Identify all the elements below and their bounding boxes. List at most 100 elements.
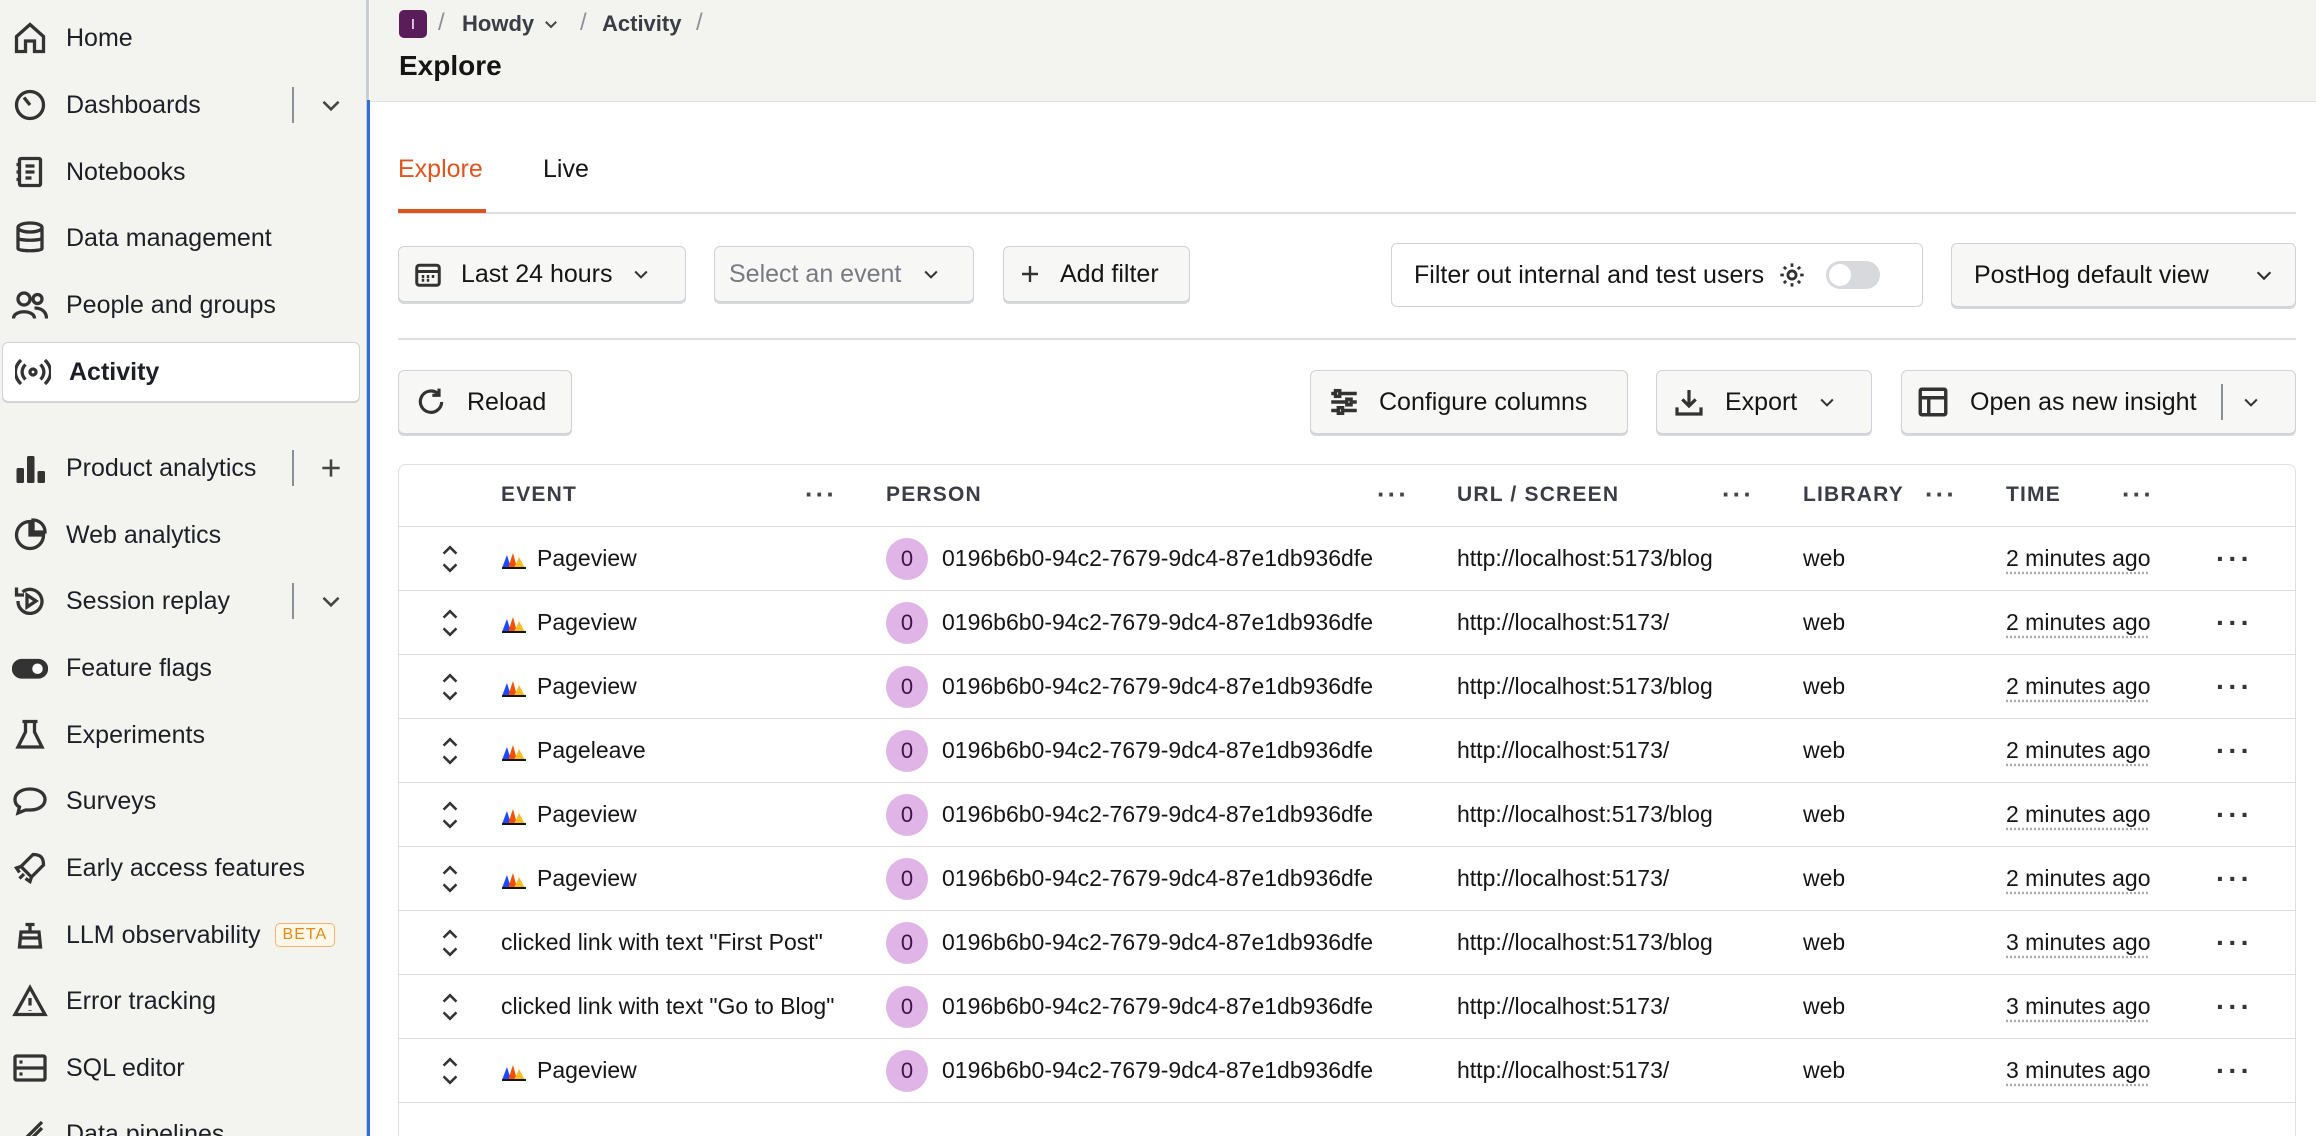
sidebar-item-people[interactable]: People and groups <box>0 275 358 335</box>
breadcrumb-activity[interactable]: Activity <box>602 10 681 38</box>
sidebar-item-early-access[interactable]: Early access features <box>0 838 358 898</box>
event-cell[interactable]: Pageview <box>501 655 637 718</box>
expand-row-icon[interactable] <box>437 719 463 782</box>
sidebar-item-session-replay[interactable]: Session replay <box>0 571 358 631</box>
tab-live[interactable]: Live <box>543 155 589 195</box>
table-row[interactable]: clicked link with text "First Post" 0 019… <box>399 911 2295 975</box>
person-cell[interactable]: 0 0196b6b0-94c2-7679-9dc4-87e1db936dfe <box>886 719 1373 782</box>
event-cell[interactable]: Pageview <box>501 527 637 590</box>
add-filter-button[interactable]: Add filter <box>1003 246 1190 302</box>
internal-users-filter[interactable]: Filter out internal and test users <box>1391 243 1923 307</box>
url-cell[interactable]: http://localhost:5173/ <box>1457 591 1669 654</box>
url-cell[interactable]: http://localhost:5173/blog <box>1457 911 1713 974</box>
person-cell[interactable]: 0 0196b6b0-94c2-7679-9dc4-87e1db936dfe <box>886 975 1373 1038</box>
expand-row-icon[interactable] <box>437 911 463 974</box>
table-row[interactable]: Pageview 0 0196b6b0-94c2-7679-9dc4-87e1db… <box>399 1039 2295 1103</box>
sidebar-item-llm-observability[interactable]: LLM observability BETA <box>0 905 358 965</box>
url-cell[interactable]: http://localhost:5173/ <box>1457 1039 1669 1102</box>
sidebar-item-dashboards[interactable]: Dashboards <box>0 75 358 135</box>
sidebar-item-error-tracking[interactable]: Error tracking <box>0 971 358 1031</box>
url-cell[interactable]: http://localhost:5173/blog <box>1457 783 1713 846</box>
expand-row-icon[interactable] <box>437 783 463 846</box>
column-header-person[interactable]: PERSON <box>886 483 982 507</box>
row-menu-icon[interactable]: ··· <box>2216 719 2253 782</box>
event-cell[interactable]: Pageleave <box>501 719 646 782</box>
project-badge[interactable]: I <box>399 10 427 38</box>
column-menu-icon[interactable]: ··· <box>1925 479 1957 510</box>
event-cell[interactable]: clicked link with text "Go to Blog" <box>501 975 834 1038</box>
row-menu-icon[interactable]: ··· <box>2216 655 2253 718</box>
sidebar-item-surveys[interactable]: Surveys <box>0 771 358 831</box>
column-header-url[interactable]: URL / SCREEN <box>1457 483 1619 507</box>
tab-explore[interactable]: Explore <box>398 155 483 195</box>
url-cell[interactable]: http://localhost:5173/blog <box>1457 527 1713 590</box>
sidebar-item-notebooks[interactable]: Notebooks <box>0 142 358 202</box>
column-menu-icon[interactable]: ··· <box>805 479 837 510</box>
url-cell[interactable]: http://localhost:5173/blog <box>1457 655 1713 718</box>
export-button[interactable]: Export <box>1656 370 1872 434</box>
expand-row-icon[interactable] <box>437 847 463 910</box>
column-menu-icon[interactable]: ··· <box>1377 479 1409 510</box>
configure-columns-button[interactable]: Configure columns <box>1310 370 1628 434</box>
gear-icon[interactable] <box>1778 261 1806 289</box>
plus-icon[interactable] <box>318 455 344 481</box>
row-menu-icon[interactable]: ··· <box>2216 527 2253 590</box>
internal-users-toggle[interactable] <box>1826 261 1880 289</box>
chevron-down-icon[interactable] <box>318 92 344 118</box>
person-cell[interactable]: 0 0196b6b0-94c2-7679-9dc4-87e1db936dfe <box>886 783 1373 846</box>
column-header-event[interactable]: EVENT <box>501 483 577 507</box>
person-cell[interactable]: 0 0196b6b0-94c2-7679-9dc4-87e1db936dfe <box>886 655 1373 718</box>
row-menu-icon[interactable]: ··· <box>2216 847 2253 910</box>
table-row[interactable]: Pageview 0 0196b6b0-94c2-7679-9dc4-87e1db… <box>399 527 2295 591</box>
event-cell[interactable]: Pageview <box>501 847 637 910</box>
expand-row-icon[interactable] <box>437 591 463 654</box>
column-header-library[interactable]: LIBRARY <box>1803 483 1904 507</box>
sidebar-item-product-analytics[interactable]: Product analytics <box>0 438 358 498</box>
row-menu-icon[interactable]: ··· <box>2216 591 2253 654</box>
row-menu-icon[interactable]: ··· <box>2216 911 2253 974</box>
sidebar-item-experiments[interactable]: Experiments <box>0 705 358 765</box>
sidebar-resize-handle[interactable] <box>367 100 370 1136</box>
date-range-button[interactable]: Last 24 hours <box>398 246 686 302</box>
sidebar-item-sql-editor[interactable]: SQL editor <box>0 1038 358 1098</box>
column-menu-icon[interactable]: ··· <box>2122 479 2154 510</box>
expand-row-icon[interactable] <box>437 655 463 718</box>
column-menu-icon[interactable]: ··· <box>1722 479 1754 510</box>
breadcrumb-project[interactable]: Howdy <box>462 10 560 38</box>
event-cell[interactable]: clicked link with text "First Post" <box>501 911 823 974</box>
expand-row-icon[interactable] <box>437 527 463 590</box>
person-cell[interactable]: 0 0196b6b0-94c2-7679-9dc4-87e1db936dfe <box>886 591 1373 654</box>
sidebar-item-data-pipelines[interactable]: Data pipelines <box>0 1104 358 1136</box>
chevron-down-icon[interactable] <box>318 588 344 614</box>
sidebar-item-web-analytics[interactable]: Web analytics <box>0 505 358 565</box>
sidebar-item-data-management[interactable]: Data management <box>0 208 358 268</box>
table-row[interactable]: Pageview 0 0196b6b0-94c2-7679-9dc4-87e1db… <box>399 591 2295 655</box>
url-cell[interactable]: http://localhost:5173/ <box>1457 975 1669 1038</box>
table-row[interactable]: Pageview 0 0196b6b0-94c2-7679-9dc4-87e1db… <box>399 847 2295 911</box>
person-cell[interactable]: 0 0196b6b0-94c2-7679-9dc4-87e1db936dfe <box>886 847 1373 910</box>
expand-row-icon[interactable] <box>437 1039 463 1102</box>
person-cell[interactable]: 0 0196b6b0-94c2-7679-9dc4-87e1db936dfe <box>886 1039 1373 1102</box>
person-cell[interactable]: 0 0196b6b0-94c2-7679-9dc4-87e1db936dfe <box>886 911 1373 974</box>
row-menu-icon[interactable]: ··· <box>2216 783 2253 846</box>
reload-button[interactable]: Reload <box>398 370 572 434</box>
sidebar-item-activity[interactable]: Activity <box>2 342 360 402</box>
event-cell[interactable]: Pageview <box>501 1039 637 1102</box>
view-select[interactable]: PostHog default view <box>1951 243 2296 307</box>
table-row[interactable]: clicked link with text "Go to Blog" 0 019… <box>399 975 2295 1039</box>
sidebar-item-feature-flags[interactable]: Feature flags <box>0 638 358 698</box>
event-cell[interactable]: Pageview <box>501 591 637 654</box>
column-header-time[interactable]: TIME <box>2006 483 2061 507</box>
event-select[interactable]: Select an event <box>714 246 974 302</box>
person-cell[interactable]: 0 0196b6b0-94c2-7679-9dc4-87e1db936dfe <box>886 527 1373 590</box>
url-cell[interactable]: http://localhost:5173/ <box>1457 847 1669 910</box>
chevron-down-icon[interactable] <box>2241 392 2261 412</box>
table-row[interactable]: Pageleave 0 0196b6b0-94c2-7679-9dc4-87e1d… <box>399 719 2295 783</box>
row-menu-icon[interactable]: ··· <box>2216 1039 2253 1102</box>
url-cell[interactable]: http://localhost:5173/ <box>1457 719 1669 782</box>
table-row[interactable]: Pageview 0 0196b6b0-94c2-7679-9dc4-87e1db… <box>399 783 2295 847</box>
event-cell[interactable]: Pageview <box>501 783 637 846</box>
sidebar-item-home[interactable]: Home <box>0 8 358 68</box>
row-menu-icon[interactable]: ··· <box>2216 975 2253 1038</box>
expand-row-icon[interactable] <box>437 975 463 1038</box>
